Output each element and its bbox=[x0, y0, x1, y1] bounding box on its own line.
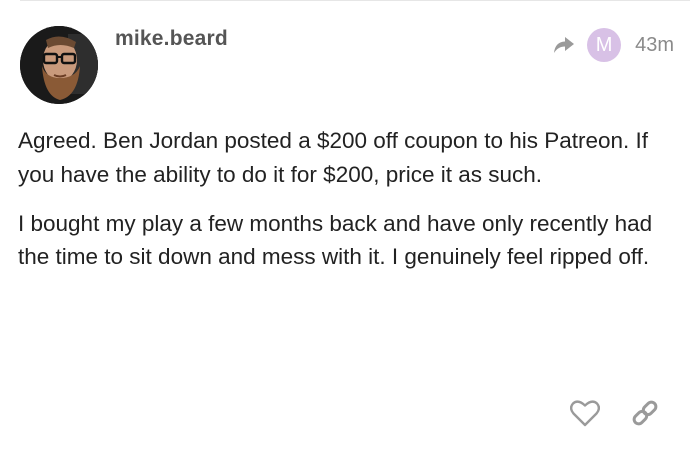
post-body: Agreed. Ben Jordan posted a $200 off cou… bbox=[18, 124, 668, 289]
post-actions bbox=[570, 398, 660, 428]
reply-arrow-icon[interactable] bbox=[553, 35, 575, 55]
top-divider bbox=[20, 0, 690, 1]
heart-icon[interactable] bbox=[570, 398, 600, 428]
post-paragraph: Agreed. Ben Jordan posted a $200 off cou… bbox=[18, 128, 649, 187]
post-paragraph: I bought my play a few months back and h… bbox=[18, 210, 653, 270]
timestamp[interactable]: 43m bbox=[635, 34, 674, 57]
username[interactable]: mike.beard bbox=[115, 27, 228, 51]
link-icon[interactable] bbox=[630, 398, 660, 428]
user-badge[interactable]: M bbox=[587, 28, 622, 62]
post-meta: M 43m bbox=[553, 28, 674, 62]
avatar[interactable] bbox=[20, 26, 98, 104]
avatar-image bbox=[20, 26, 98, 104]
